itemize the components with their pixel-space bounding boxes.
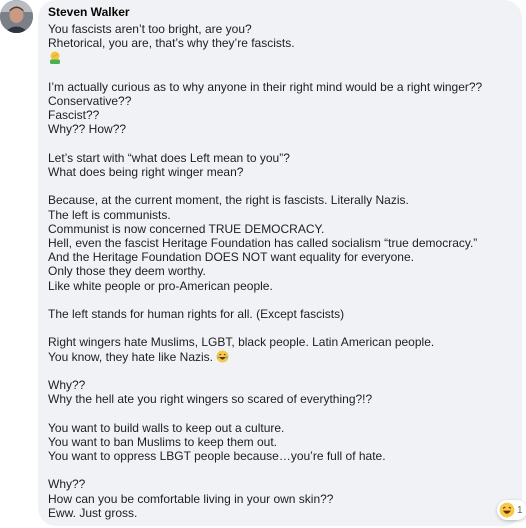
comment-line: You want to build walls to keep out a cu… <box>48 420 285 435</box>
laughing-emoji-icon <box>216 350 229 363</box>
comment-line <box>48 50 518 65</box>
comment-body: You fascists aren’t too bright, are you?… <box>48 22 518 520</box>
comment-line: You want to oppress LBGT people because…… <box>48 448 386 463</box>
comment-line: You fascists aren’t too bright, are you? <box>48 22 252 36</box>
comment-line: Right wingers hate Muslims, LGBT, black … <box>48 335 435 350</box>
comment-line: Only those they deem worthy. <box>48 264 206 279</box>
avatar[interactable] <box>0 0 33 33</box>
reaction-badge[interactable]: 1 <box>497 500 526 520</box>
comment-line-text: You know, they hate like Nazis. <box>48 349 213 364</box>
comment-line: Why?? <box>48 477 86 492</box>
profile-photo-icon <box>0 0 33 33</box>
comment-line: I’m actually curious as to why anyone in… <box>48 79 483 94</box>
comment-line: The left stands for human rights for all… <box>48 307 345 321</box>
comment-line: Hell, even the fascist Heritage Foundati… <box>48 236 478 250</box>
haha-emoji-icon <box>499 502 515 518</box>
man-facepalming-emoji-icon <box>50 51 60 65</box>
comment-line: You know, they hate like Nazis. <box>48 350 518 364</box>
comment-line: Conservative?? <box>48 94 132 108</box>
comment-author[interactable]: Steven Walker <box>48 5 130 19</box>
comment-line: Rhetorical, you are, that’s why they’re … <box>48 36 295 51</box>
comment-line: Like white people or pro-American people… <box>48 278 273 293</box>
comment-line: You want to ban Muslims to keep them out… <box>48 434 278 449</box>
comment-line: Let’s start with “what does Left mean to… <box>48 150 290 165</box>
reaction-count: 1 <box>517 504 523 516</box>
comment-line: Because, at the current moment, the righ… <box>48 193 409 208</box>
comment-line: Communist is now concerned TRUE DEMOCRAC… <box>48 221 325 236</box>
comment-line: Fascist?? <box>48 108 100 123</box>
comment-line: What does being right winger mean? <box>48 165 244 179</box>
comment-line: Why?? <box>48 377 86 392</box>
comment-line: How can you be comfortable living in you… <box>48 491 334 506</box>
comment-line: Why?? How?? <box>48 122 127 137</box>
comment-line: Why the hell ate you right wingers so sc… <box>48 392 373 407</box>
comment-line: And the Heritage Foundation DOES NOT wan… <box>48 250 414 265</box>
comment-line: The left is communists. <box>48 207 171 222</box>
comment-line: Eww. Just gross. <box>48 505 138 520</box>
